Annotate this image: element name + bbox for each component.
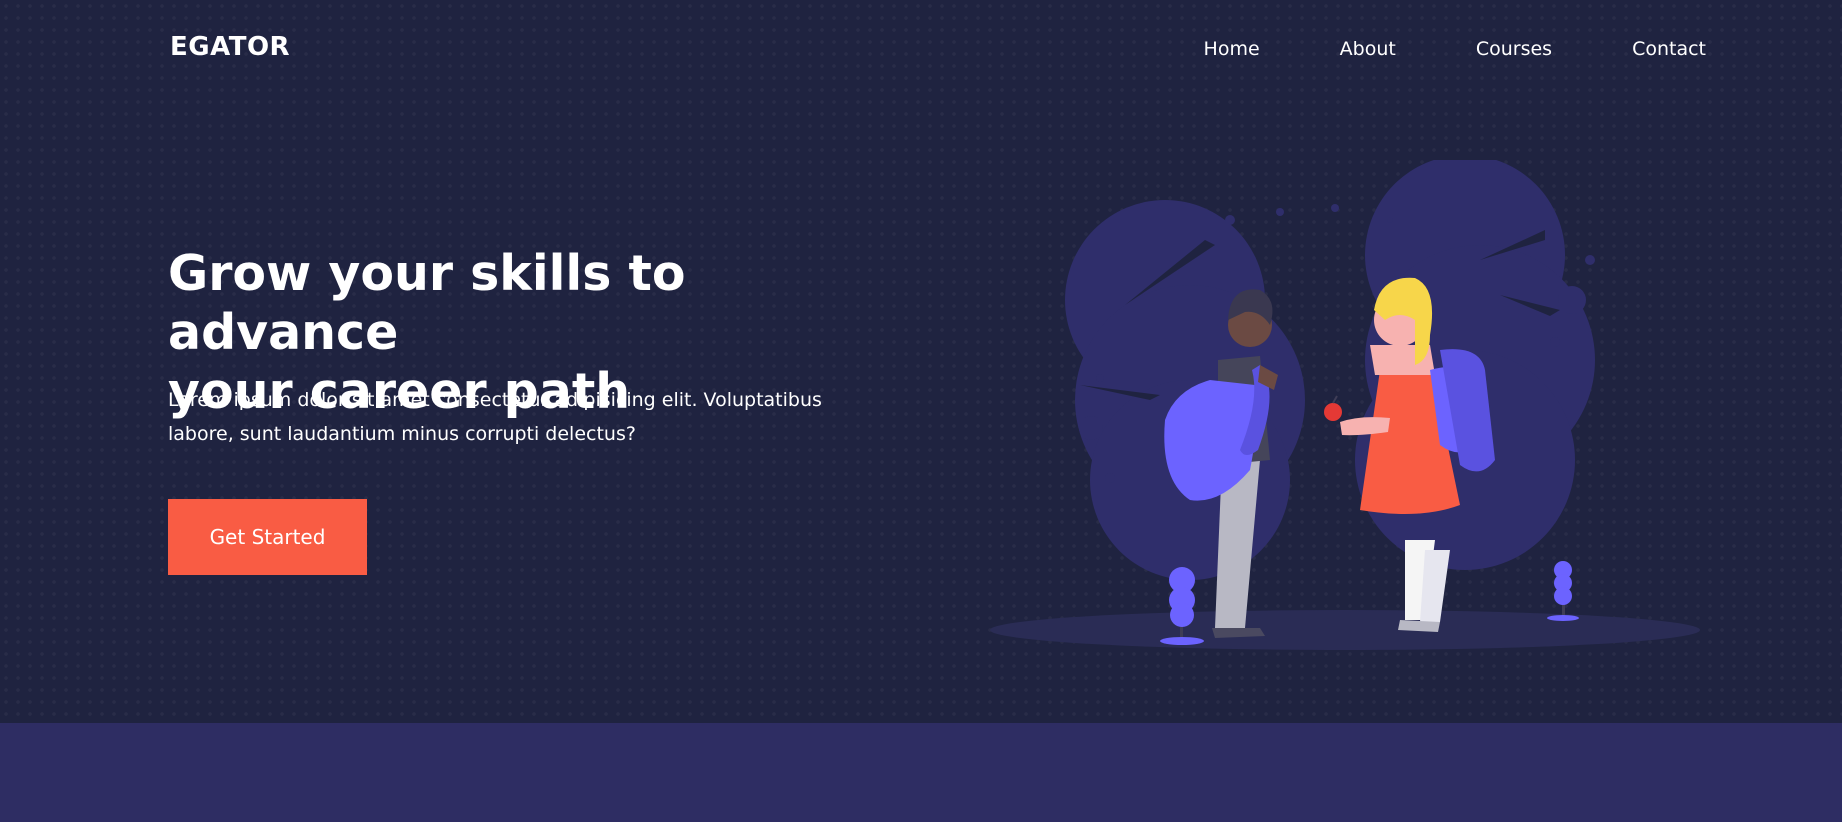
apple-icon xyxy=(1324,395,1342,421)
nav-link-contact[interactable]: Contact xyxy=(1632,36,1706,62)
hero-headline-line-1: Grow your skills to advance xyxy=(168,245,686,361)
hero-section: EGATOR Home About Courses Contact Grow y… xyxy=(0,0,1842,723)
logo[interactable]: EGATOR xyxy=(170,31,290,63)
students-illustration xyxy=(990,160,1700,650)
get-started-button[interactable]: Get Started xyxy=(168,499,367,575)
nav-link-home[interactable]: Home xyxy=(1204,36,1260,62)
tree-icon xyxy=(1547,561,1579,621)
hero-description: Lorem ipsum dolor sit amet consectetur a… xyxy=(168,383,888,451)
next-section-band xyxy=(0,723,1842,822)
nav-link-about[interactable]: About xyxy=(1340,36,1396,62)
main-nav: Home About Courses Contact xyxy=(1124,36,1706,62)
hero-description-line-2: labore, sunt laudantium minus corrupti d… xyxy=(168,423,636,445)
ground-shadow xyxy=(990,610,1700,650)
hero-description-line-1: Lorem ipsum dolor sit amet consectetur a… xyxy=(168,389,822,411)
nav-link-courses[interactable]: Courses xyxy=(1476,36,1552,62)
